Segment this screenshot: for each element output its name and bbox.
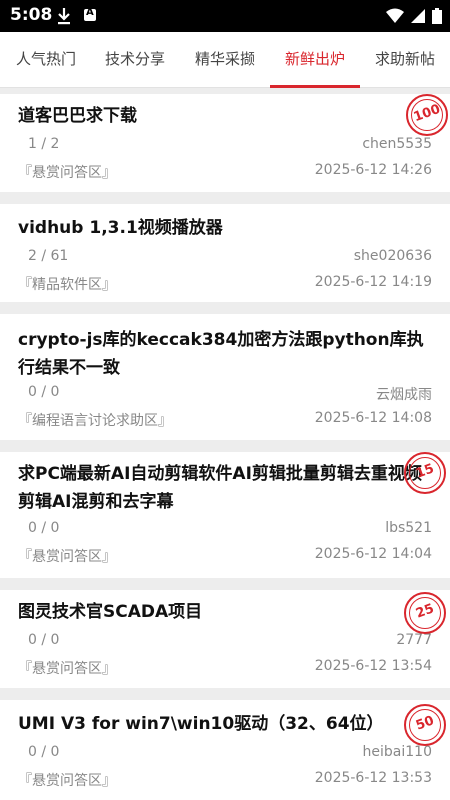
bounty-amount: 100 [411, 101, 443, 126]
post-title[interactable]: 道客巴巴求下载 [18, 102, 432, 130]
post-card[interactable]: 道客巴巴求下载 1 / 2 chen5535 『悬赏问答区』 2025-6-12… [0, 94, 450, 192]
post-footer: 『悬赏问答区』 2025-6-12 14:04 [18, 546, 432, 566]
tab-popular[interactable]: 人气热门 [16, 32, 76, 88]
post-forum[interactable]: 『悬赏问答区』 [18, 770, 116, 790]
post-author[interactable]: 2777 [396, 632, 432, 648]
post-forum[interactable]: 『悬赏问答区』 [18, 546, 116, 566]
bounty-amount: 50 [413, 713, 437, 734]
bounty-amount: 25 [413, 601, 437, 622]
reply-count: 2 / 61 [28, 248, 69, 264]
post-author[interactable]: lbs521 [385, 520, 432, 536]
signal-icon [411, 9, 425, 23]
post-title[interactable]: crypto-js库的keccak384加密方法跟python库执行结果不一致 [18, 326, 432, 382]
post-forum[interactable]: 『编程语言讨论求助区』 [18, 410, 172, 430]
post-date: 2025-6-12 13:54 [314, 658, 432, 674]
post-meta: 0 / 0 lbs521 [18, 520, 432, 540]
tab-tech-share[interactable]: 技术分享 [105, 32, 165, 88]
post-date: 2025-6-12 13:53 [314, 770, 432, 786]
post-meta: 0 / 0 heibai110 [18, 744, 432, 764]
post-meta: 1 / 2 chen5535 [18, 136, 432, 156]
post-forum[interactable]: 『悬赏问答区』 [18, 162, 116, 182]
post-author[interactable]: 云烟成雨 [376, 384, 432, 404]
status-bar: 5:08 [0, 0, 450, 32]
tab-bar: 人气热门 技术分享 精华采撷 新鲜出炉 求助新帖 [0, 32, 450, 88]
post-card[interactable]: UMI V3 for win7\win10驱动（32、64位） 0 / 0 he… [0, 700, 450, 800]
post-card[interactable]: vidhub 1,3.1视频播放器 2 / 61 she020636 『精品软件… [0, 204, 450, 302]
post-title[interactable]: 图灵技术官SCADA项目 [18, 598, 432, 626]
post-footer: 『悬赏问答区』 2025-6-12 13:53 [18, 770, 432, 790]
status-time: 5:08 [10, 5, 53, 25]
reply-count: 1 / 2 [28, 136, 60, 152]
active-tab-indicator [270, 85, 360, 88]
bounty-stamp-icon: 50 [404, 704, 446, 746]
post-title[interactable]: vidhub 1,3.1视频播放器 [18, 214, 432, 242]
wifi-icon [386, 8, 404, 23]
post-card[interactable]: 求PC端最新AI自动剪辑软件AI剪辑批量剪辑去重视频剪辑AI混剪和去字幕 0 /… [0, 452, 450, 578]
post-meta: 0 / 0 2777 [18, 632, 432, 652]
app-notification-icon [84, 7, 96, 21]
tab-featured[interactable]: 精华采撷 [195, 32, 255, 88]
post-author[interactable]: chen5535 [362, 136, 432, 152]
post-author[interactable]: heibai110 [363, 744, 432, 760]
bounty-stamp-icon: 100 [406, 94, 448, 136]
reply-count: 0 / 0 [28, 632, 60, 648]
download-icon [58, 8, 70, 25]
bounty-stamp-icon: 15 [404, 452, 446, 494]
post-card[interactable]: crypto-js库的keccak384加密方法跟python库执行结果不一致 … [0, 314, 450, 440]
post-forum[interactable]: 『悬赏问答区』 [18, 658, 116, 678]
post-date: 2025-6-12 14:04 [314, 546, 432, 562]
bounty-amount: 15 [413, 461, 437, 482]
post-date: 2025-6-12 14:26 [314, 162, 432, 178]
post-meta: 2 / 61 she020636 [18, 248, 432, 268]
post-date: 2025-6-12 14:08 [314, 410, 432, 426]
post-date: 2025-6-12 14:19 [314, 274, 432, 290]
reply-count: 0 / 0 [28, 744, 60, 760]
post-forum[interactable]: 『精品软件区』 [18, 274, 116, 294]
tab-help-new[interactable]: 求助新帖 [375, 32, 435, 88]
reply-count: 0 / 0 [28, 520, 60, 536]
reply-count: 0 / 0 [28, 384, 60, 400]
post-title[interactable]: UMI V3 for win7\win10驱动（32、64位） [18, 710, 432, 738]
post-card[interactable]: 图灵技术官SCADA项目 0 / 0 2777 『悬赏问答区』 2025-6-1… [0, 590, 450, 688]
post-footer: 『精品软件区』 2025-6-12 14:19 [18, 274, 432, 294]
tab-newest[interactable]: 新鲜出炉 [285, 32, 345, 88]
post-footer: 『悬赏问答区』 2025-6-12 13:54 [18, 658, 432, 678]
post-footer: 『编程语言讨论求助区』 2025-6-12 14:08 [18, 410, 432, 430]
post-footer: 『悬赏问答区』 2025-6-12 14:26 [18, 162, 432, 182]
bounty-stamp-icon: 25 [404, 592, 446, 634]
post-meta: 0 / 0 云烟成雨 [18, 384, 432, 404]
post-author[interactable]: she020636 [354, 248, 432, 264]
battery-icon [432, 8, 442, 24]
post-title[interactable]: 求PC端最新AI自动剪辑软件AI剪辑批量剪辑去重视频剪辑AI混剪和去字幕 [18, 460, 432, 516]
